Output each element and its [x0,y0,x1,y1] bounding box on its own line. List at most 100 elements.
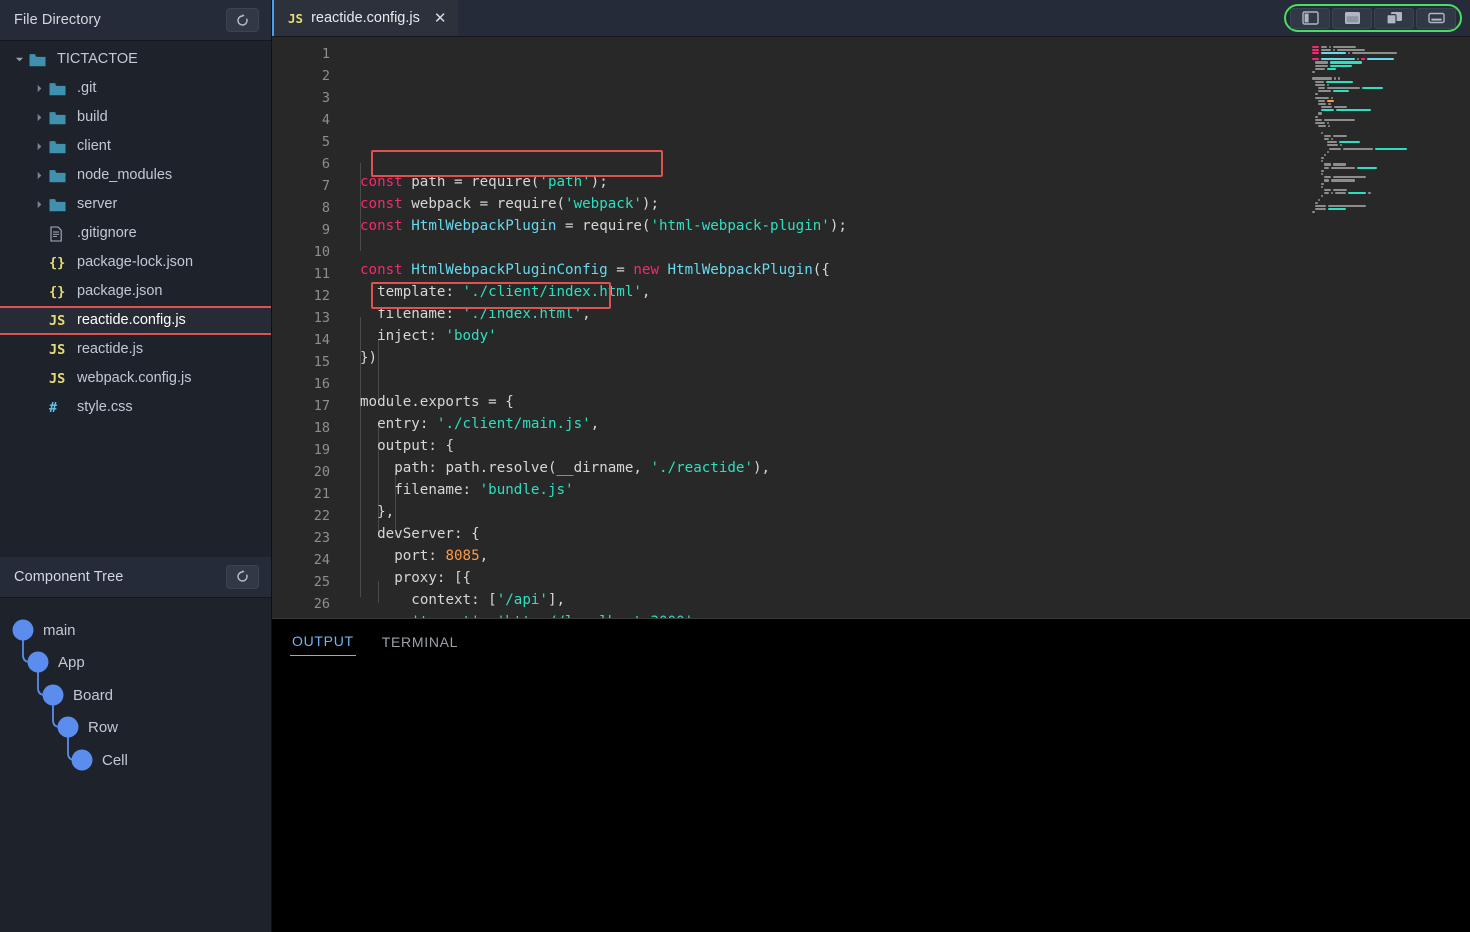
component-tree-node-row[interactable] [58,716,79,737]
chevron-right-icon[interactable] [35,200,44,209]
file-tree-item-build[interactable]: build [0,103,271,132]
minimap-token [1331,167,1354,169]
json-icon: {} [49,255,65,271]
component-tree-node-board[interactable] [43,684,64,705]
minimap-token [1327,87,1360,89]
line-number: 15 [272,351,330,373]
file-tree-item--gitignore[interactable]: .gitignore [0,219,271,248]
line-number: 21 [272,483,330,505]
minimap-token [1331,179,1354,181]
file-type-icon [49,198,71,212]
minimap-token [1321,52,1346,54]
json-icon: {} [49,284,65,300]
layout-sidebar-right-icon [1386,11,1403,25]
minimap-token [1312,52,1319,54]
file-tree-item-node-modules[interactable]: node_modules [0,161,271,190]
bottom-panel-content[interactable] [272,661,1470,932]
chevron-right-icon[interactable] [35,113,44,122]
minimap-token [1321,186,1323,188]
folder-icon [49,198,66,212]
chevron-down-icon[interactable] [15,55,24,64]
chevron-right-icon[interactable] [35,142,44,151]
bottom-panel-tabs[interactable]: OUTPUT TERMINAL [272,619,1470,661]
minimap-token [1339,141,1361,143]
minimap-token [1315,61,1328,63]
minimap-token [1321,132,1323,134]
component-tree-node-app[interactable] [28,651,49,672]
editor-tab-reactide-config-js[interactable]: JSreactide.config.js✕ [272,0,458,36]
chevron-right-icon[interactable] [35,171,44,180]
minimap-token [1329,46,1331,48]
minimap-token [1324,167,1330,169]
component-tree-edges [0,598,272,798]
file-tree-item-label: TICTACTOE [57,52,138,67]
component-tree-label-main: main [43,623,76,638]
folder-icon [49,82,66,96]
minimap-token [1318,103,1327,105]
tree-expand-arrow[interactable] [12,55,26,64]
tree-expand-arrow[interactable] [32,171,46,180]
minimap-token [1335,192,1345,194]
file-tree-item-client[interactable]: client [0,132,271,161]
file-tree-item-style-css[interactable]: #style.css [0,393,271,422]
file-type-icon [29,53,51,67]
component-tree-graph[interactable]: mainAppBoardRowCell [0,598,271,798]
editor-minimap[interactable] [1300,37,1470,618]
folder-icon [49,111,66,125]
file-tree-item-reactide-js[interactable]: JSreactide.js [0,335,271,364]
toggle-bottom-panel-button[interactable] [1416,8,1456,29]
minimap-token [1321,170,1324,172]
close-icon[interactable]: ✕ [434,11,447,26]
minimap-token [1312,49,1319,51]
minimap-token [1312,77,1332,79]
minimap-token [1324,176,1331,178]
tree-expand-arrow[interactable] [32,200,46,209]
line-number: 24 [272,549,330,571]
toggle-primary-sidebar-button[interactable] [1290,8,1330,29]
tree-expand-arrow[interactable] [32,84,46,93]
toggle-panel-button[interactable] [1332,8,1372,29]
minimap-token [1357,167,1377,169]
file-directory-refresh-button[interactable] [226,8,259,32]
sidebar: File Directory TICTACTOE .gitbuildclientn… [0,0,272,932]
file-tree-item-webpack-config-js[interactable]: JSwebpack.config.js [0,364,271,393]
minimap-token [1326,81,1354,83]
bottom-panel-tab-terminal[interactable]: TERMINAL [380,625,460,656]
file-tree-item-server[interactable]: server [0,190,271,219]
line-number: 5 [272,131,330,153]
bottom-panel-tab-output[interactable]: OUTPUT [290,624,356,656]
line-number: 25 [272,571,330,593]
minimap-token [1324,163,1331,165]
minimap-token [1327,100,1334,102]
component-tree-node-main[interactable] [13,619,34,640]
file-tree-item-package-json[interactable]: {}package.json [0,277,271,306]
line-number: 4 [272,109,330,131]
code-editor[interactable]: 1234567891011121314151617181920212223242… [272,37,1470,619]
tree-expand-arrow[interactable] [32,113,46,122]
file-tree-item-package-lock-json[interactable]: {}package-lock.json [0,248,271,277]
folder-icon [49,140,66,154]
file-tree[interactable]: TICTACTOE .gitbuildclientnode_modulesserv… [0,41,271,557]
main-area: JSreactide.config.js✕ [272,0,1470,932]
file-tree-item-reactide-config-js[interactable]: JSreactide.config.js [0,306,271,335]
minimap-token [1324,154,1326,156]
folder-icon [29,53,46,67]
sidebar-filler [0,798,271,932]
file-tree-item--git[interactable]: .git [0,74,271,103]
chevron-right-icon[interactable] [35,84,44,93]
minimap-token [1315,84,1325,86]
tree-expand-arrow[interactable] [32,142,46,151]
file-tree-item-tictactoe[interactable]: TICTACTOE [0,45,271,74]
layout-toggle-group[interactable] [1284,4,1462,32]
component-tree-refresh-button[interactable] [226,565,259,589]
minimap-token [1315,81,1324,83]
line-number: 13 [272,307,330,329]
minimap-token [1324,119,1354,121]
component-tree-title: Component Tree [14,569,226,585]
file-tree-item-label: reactide.js [77,342,143,357]
component-tree-node-cell[interactable] [72,749,93,770]
file-directory-header: File Directory [0,0,271,41]
file-tree-item-label: style.css [77,400,133,415]
tab-list: JSreactide.config.js✕ [272,0,458,36]
toggle-secondary-sidebar-button[interactable] [1374,8,1414,29]
